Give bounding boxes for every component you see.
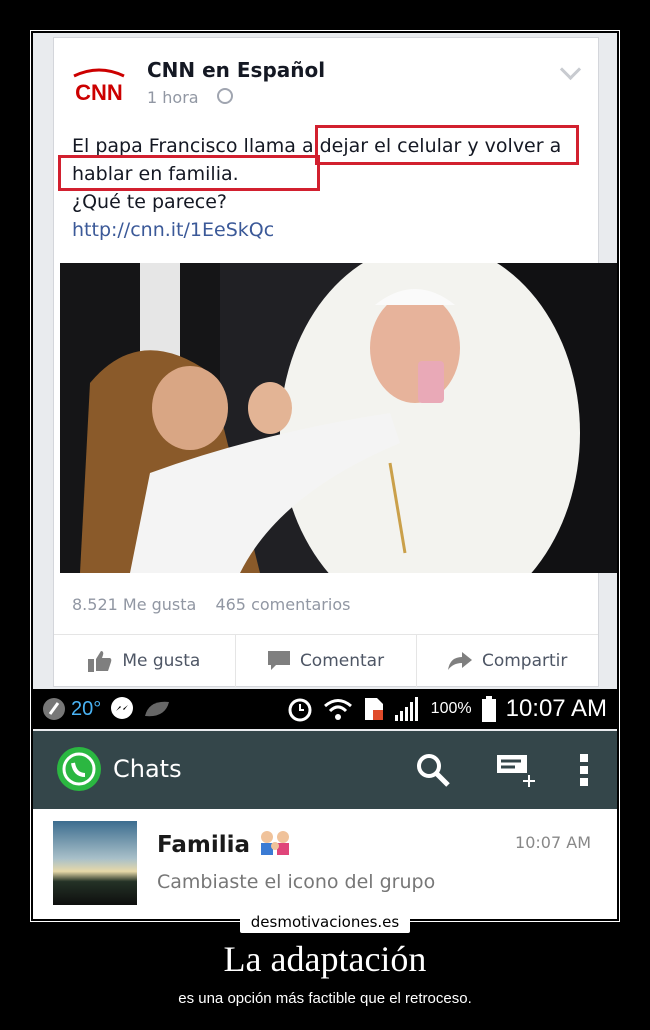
group-avatar[interactable] <box>53 821 137 905</box>
comment-button[interactable]: Comentar <box>236 635 418 687</box>
messenger-icon <box>111 697 134 719</box>
post-photo[interactable] <box>60 263 617 573</box>
like-button[interactable]: Me gusta <box>54 635 236 687</box>
comment-icon <box>267 651 290 670</box>
sim-card-icon <box>364 698 383 720</box>
highlight-box-2 <box>58 155 320 191</box>
chat-time: 10:07 AM <box>515 833 591 852</box>
likes-count[interactable]: 8.521 Me gusta <box>72 595 196 614</box>
post-time[interactable]: 1 hora <box>147 88 199 107</box>
cnn-logo-text: CNN <box>75 80 123 105</box>
share-label: Compartir <box>481 651 568 671</box>
post-actions: Me gusta Comentar Compartir <box>54 634 598 687</box>
site-label: desmotivaciones.es <box>240 911 410 933</box>
weather-icon <box>43 698 65 720</box>
page-name[interactable]: CNN en Español <box>147 58 325 82</box>
temperature: 20° <box>71 697 102 720</box>
header-actions <box>415 751 589 789</box>
highlight-box-1 <box>315 125 579 165</box>
battery-percent: 100% <box>430 700 472 717</box>
chat-name: Familia <box>157 829 292 858</box>
signal-icon <box>394 697 418 721</box>
chats-title: Chats <box>113 755 182 783</box>
share-button[interactable]: Compartir <box>417 635 598 687</box>
chat-last-message: Cambiaste el icono del grupo <box>157 871 436 893</box>
post-link[interactable]: http://cnn.it/1EeSkQc <box>72 216 592 244</box>
status-bar: 20° 100% 10:07 AM <box>33 689 617 729</box>
leaf-icon <box>145 701 170 717</box>
whatsapp-logo-icon[interactable] <box>57 747 101 791</box>
post-text-line3: ¿Qué te parece? <box>72 191 227 213</box>
status-right: 100% 10:07 AM <box>287 689 607 729</box>
chevron-down-icon[interactable] <box>559 58 582 81</box>
comments-count[interactable]: 465 comentarios <box>215 595 350 614</box>
thumbs-up-icon <box>88 651 112 672</box>
alarm-icon <box>288 698 312 722</box>
comment-label: Comentar <box>299 651 385 671</box>
whatsapp-header: Chats <box>33 731 617 809</box>
chat-list-item[interactable]: Familia 10:07 AM Cambiaste el icono del … <box>33 809 617 919</box>
share-icon <box>447 652 472 670</box>
wifi-icon <box>323 699 352 720</box>
caption-subtitle: es una opción más factible que el retroc… <box>178 990 472 1007</box>
chat-name-text: Familia <box>157 832 251 858</box>
battery-icon <box>481 696 496 722</box>
clock: 10:07 AM <box>505 695 607 722</box>
cnn-logo-icon: CNN <box>70 62 128 108</box>
screenshot-area: CNN CNN en Español 1 hora El papa Franci… <box>33 33 617 919</box>
overflow-menu-icon[interactable] <box>579 752 589 788</box>
globe-icon <box>217 88 233 104</box>
photo-illustration <box>60 263 617 573</box>
family-emoji-icon <box>261 831 290 855</box>
new-chat-icon[interactable] <box>495 751 535 789</box>
search-icon[interactable] <box>415 752 451 788</box>
caption-title: La adaptación <box>223 939 427 979</box>
like-label: Me gusta <box>122 651 201 671</box>
post-stats: 8.521 Me gusta 465 comentarios <box>72 595 364 614</box>
facebook-post-card: CNN CNN en Español 1 hora El papa Franci… <box>53 37 617 687</box>
